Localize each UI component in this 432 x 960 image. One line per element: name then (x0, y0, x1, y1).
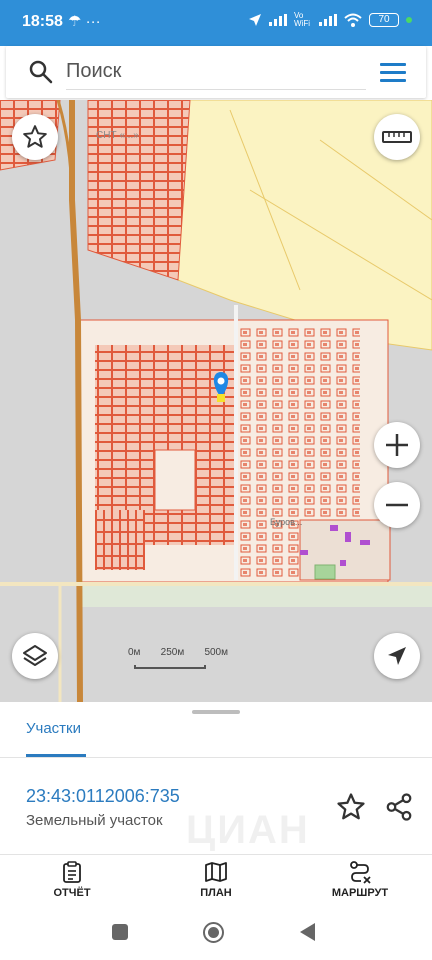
zoom-in-button[interactable] (374, 422, 420, 468)
scale-label-0: 0м (128, 647, 141, 658)
map-scale: 0м 250м 500м (128, 647, 228, 677)
map-view[interactable]: СНТ «...» Буров... 0м 250м 500м (0, 100, 432, 702)
plus-icon (386, 434, 408, 456)
menu-icon[interactable] (378, 58, 408, 86)
ruler-button[interactable] (374, 114, 420, 160)
map-icon (205, 862, 227, 882)
layers-icon (23, 645, 47, 666)
nav-plan-label: ПЛАН (200, 887, 232, 899)
scale-bar (134, 665, 206, 669)
home-button[interactable] (203, 922, 224, 943)
snt-parcels (87, 100, 191, 281)
vowifi-label: Vo WiFi (294, 11, 310, 28)
tab-parcels[interactable]: Участки (26, 720, 81, 737)
route-icon (350, 861, 371, 884)
report-icon (63, 861, 81, 883)
back-button[interactable] (300, 923, 315, 941)
map-canvas[interactable]: СНТ «...» Буров... (0, 100, 432, 702)
nav-report[interactable]: ОТЧЁТ (17, 860, 127, 899)
battery-indicator: 70 (369, 13, 399, 27)
nav-route-label: МАРШРУТ (331, 887, 389, 899)
search-icon[interactable] (28, 59, 54, 85)
navigation-arrow-icon (388, 647, 406, 665)
location-arrow-icon (249, 14, 261, 26)
recents-button[interactable] (112, 924, 128, 940)
status-time: 18:58 (22, 13, 63, 30)
layers-button[interactable] (12, 633, 58, 679)
status-bar: 18:58 ☂ ··· Vo WiFi 70 (0, 0, 432, 46)
parcel-type-label: Земельный участок (26, 812, 163, 829)
zoom-out-button[interactable] (374, 482, 420, 528)
search-input[interactable] (66, 54, 366, 90)
divider-bottom (0, 854, 432, 855)
svg-text:Буров...: Буров... (270, 517, 302, 527)
svg-text:СНТ «...»: СНТ «...» (96, 130, 139, 141)
parcels-sheet: Участки ЦИАН 23:43:0112006:735 Земельный… (0, 702, 432, 856)
sheet-drag-handle[interactable] (192, 710, 240, 714)
system-navigation-bar (0, 910, 432, 960)
privacy-dot (406, 17, 412, 23)
star-icon (23, 125, 47, 148)
search-bar (6, 46, 426, 98)
watermark: ЦИАН (186, 808, 310, 852)
minus-icon (386, 503, 408, 507)
status-indicators: Vo WiFi 70 (248, 12, 412, 28)
nav-report-label: ОТЧЁТ (53, 887, 91, 899)
nav-route[interactable]: МАРШРУТ (305, 860, 415, 899)
bottom-navigation: ОТЧЁТ ПЛАН МАРШРУТ (0, 856, 432, 910)
notification-icons: ☂ ··· (68, 13, 101, 30)
favorite-star-icon[interactable] (336, 792, 366, 822)
nav-plan[interactable]: ПЛАН (161, 860, 271, 899)
divider (0, 757, 432, 758)
favorites-button[interactable] (12, 114, 58, 160)
scale-label-500: 500м (204, 647, 228, 658)
ruler-icon (382, 131, 412, 143)
scale-label-250: 250м (160, 647, 185, 658)
signal-icon (269, 14, 287, 26)
cadastral-number-link[interactable]: 23:43:0112006:735 (26, 786, 180, 807)
wifi-icon (344, 13, 362, 27)
share-icon[interactable] (384, 792, 414, 822)
signal-icon-2 (319, 14, 337, 26)
my-location-button[interactable] (374, 633, 420, 679)
